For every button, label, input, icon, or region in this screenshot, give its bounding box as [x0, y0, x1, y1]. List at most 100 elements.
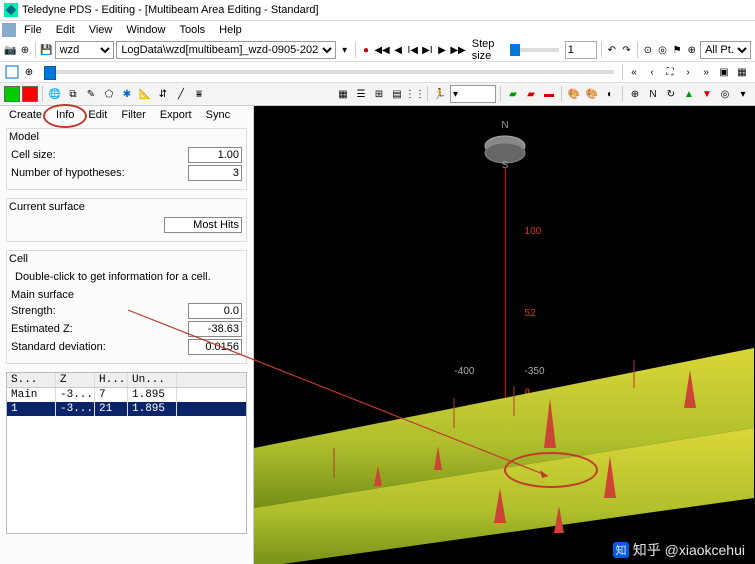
menu-view[interactable]: View	[83, 23, 119, 37]
cube-icon[interactable]	[4, 64, 20, 80]
tool-line-icon[interactable]: ╱	[173, 86, 189, 102]
target2-icon[interactable]: ◎	[717, 86, 733, 102]
tool-chart-icon[interactable]: ⩸	[191, 86, 207, 102]
grid-icon[interactable]: ▦	[335, 86, 351, 102]
svg-text:N: N	[501, 120, 508, 131]
tool-globe-icon[interactable]: 🌐	[47, 86, 63, 102]
menu-tools[interactable]: Tools	[173, 23, 211, 37]
main-toolbar: 📷 ⊕ 💾 wzd LogData\wzd[multibeam]_wzd-090…	[0, 39, 755, 62]
tab-export[interactable]: Export	[153, 107, 199, 123]
num-hyp-field[interactable]	[188, 165, 242, 181]
fwd5-icon[interactable]: »	[697, 63, 715, 81]
up-icon[interactable]: ▲	[681, 86, 697, 102]
runner-icon[interactable]: 🏃	[432, 86, 448, 102]
cell-size-field[interactable]	[188, 147, 242, 163]
nav-icon[interactable]: ▦	[733, 63, 751, 81]
palette2-icon[interactable]: 🎨	[584, 86, 600, 102]
menu-file[interactable]: File	[18, 23, 48, 37]
compass-toggle-icon[interactable]: ⊕	[627, 86, 643, 102]
separator	[561, 86, 562, 102]
origin-icon[interactable]: ⊙	[641, 41, 654, 59]
grid-header: S... Z H... Un...	[7, 373, 246, 388]
grid-row[interactable]: Main-3...71.895	[7, 388, 246, 402]
color-green-icon[interactable]	[4, 86, 20, 102]
surface-field[interactable]	[164, 217, 242, 233]
ffwd-icon[interactable]: ▶▶	[450, 41, 465, 59]
separator	[35, 42, 36, 58]
tool-polygon-icon[interactable]: ⬠	[101, 86, 117, 102]
tab-info[interactable]: Info	[49, 107, 81, 123]
points-icon[interactable]: ⋮⋮	[407, 86, 423, 102]
down-icon[interactable]: ▼	[699, 86, 715, 102]
step-fwd-icon[interactable]: ▶І	[421, 41, 434, 59]
undo-icon[interactable]: ↶	[605, 41, 618, 59]
menu-help[interactable]: Help	[213, 23, 248, 37]
viewport-3d[interactable]: N S 100 52 a -400 -350	[254, 106, 755, 564]
compass-icon[interactable]: ⊕	[19, 41, 32, 59]
main-surface-label: Main surface	[11, 289, 242, 301]
timeline-slider[interactable]	[44, 70, 614, 74]
expand-icon[interactable]: ⊕	[20, 63, 38, 81]
wire-icon[interactable]: ⊞	[371, 86, 387, 102]
tool-chain-icon[interactable]: ⧉	[65, 86, 81, 102]
project-combo[interactable]: wzd	[55, 41, 115, 59]
back1-icon[interactable]: ‹	[643, 63, 661, 81]
spin-icon[interactable]: ↻	[663, 86, 679, 102]
areasel-icon[interactable]: ▣	[715, 63, 733, 81]
annotation-ellipse	[504, 452, 598, 488]
bucket2-icon[interactable]: ▰	[523, 86, 539, 102]
std-field	[188, 339, 242, 355]
tool-shift-icon[interactable]: ⇵	[155, 86, 171, 102]
color-red-icon[interactable]	[22, 86, 38, 102]
fwd1-icon[interactable]: ›	[679, 63, 697, 81]
camera-icon[interactable]: 📷	[4, 41, 17, 59]
layers-icon[interactable]: ☰	[353, 86, 369, 102]
back5-icon[interactable]: «	[625, 63, 643, 81]
north-icon[interactable]: N	[645, 86, 661, 102]
step-size-slider[interactable]	[510, 48, 559, 52]
play-icon[interactable]: ▶	[436, 41, 449, 59]
filter-combo[interactable]: All Pt.	[700, 41, 751, 59]
contrast-icon[interactable]: ◐	[602, 86, 618, 102]
menu-edit[interactable]: Edit	[50, 23, 81, 37]
fullscreen-icon[interactable]: ⛶	[661, 63, 679, 81]
logfile-combo[interactable]: LogData\wzd[multibeam]_wzd-0905-20220906…	[116, 41, 336, 59]
target-icon[interactable]: ◎	[656, 41, 669, 59]
left-panel: Create Info Edit Filter Export Sync Mode…	[0, 106, 254, 564]
depth-tick-100: 100	[525, 226, 542, 237]
tab-create[interactable]: Create	[2, 107, 49, 123]
rewind-icon[interactable]: ◀◀	[374, 41, 389, 59]
record-icon[interactable]: ●	[360, 41, 373, 59]
separator	[622, 86, 623, 102]
drop-icon[interactable]: ▾	[735, 86, 751, 102]
palette1-icon[interactable]: 🎨	[566, 86, 582, 102]
grid-row-selected[interactable]: 1-3...211.895	[7, 402, 246, 416]
svg-text:知: 知	[615, 543, 626, 557]
panel-tabs: Create Info Edit Filter Export Sync	[0, 106, 253, 124]
redo-icon[interactable]: ↷	[620, 41, 633, 59]
tool-brush-icon[interactable]: ✎	[83, 86, 99, 102]
step-size-field[interactable]	[565, 41, 597, 59]
menubar: File Edit View Window Tools Help	[0, 21, 755, 39]
prev-icon[interactable]: ◀	[392, 41, 405, 59]
flag-icon[interactable]: ⚑	[671, 41, 684, 59]
estz-label: Estimated Z:	[11, 323, 73, 335]
tab-sync[interactable]: Sync	[199, 107, 237, 123]
save-icon[interactable]: 💾	[40, 41, 53, 59]
tool-axes-icon[interactable]: ✱	[119, 86, 135, 102]
compass-widget[interactable]: N S	[481, 118, 529, 172]
dropdown-button[interactable]: ▾	[338, 41, 351, 59]
solid-icon[interactable]: ▤	[389, 86, 405, 102]
tab-filter[interactable]: Filter	[114, 107, 152, 123]
layer-red-icon[interactable]: ▬	[541, 86, 557, 102]
menu-window[interactable]: Window	[120, 23, 171, 37]
step-size-label: Step size	[472, 38, 504, 62]
crosshair-icon[interactable]: ⊕	[685, 41, 698, 59]
speed-dropdown[interactable]: ▾	[450, 85, 496, 103]
bucket-icon[interactable]: ▰	[505, 86, 521, 102]
separator	[427, 86, 428, 102]
tool-measure-icon[interactable]: 📐	[137, 86, 153, 102]
hypothesis-grid[interactable]: S... Z H... Un... Main-3...71.895 1-3...…	[6, 372, 247, 534]
tab-edit[interactable]: Edit	[81, 107, 114, 123]
step-back-icon[interactable]: І◀	[406, 41, 419, 59]
